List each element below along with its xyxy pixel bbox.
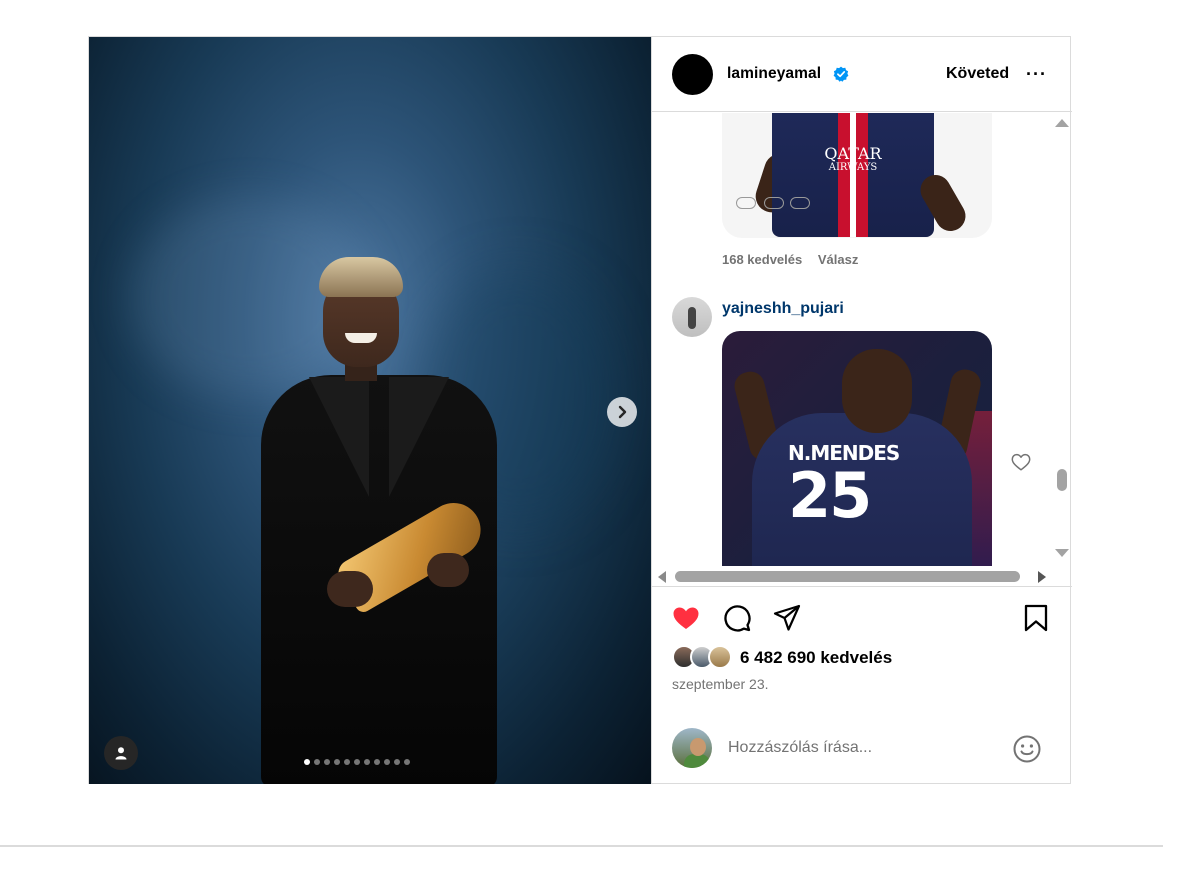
user-icon — [115, 747, 127, 760]
comment-input[interactable] — [728, 737, 988, 759]
jersey-number: 25 — [788, 459, 872, 532]
comment-likes-count[interactable]: 168 kedvelés — [722, 252, 802, 267]
photo-subject — [249, 257, 509, 784]
carousel-next-button[interactable] — [607, 397, 637, 427]
commenter-username[interactable]: yajneshh_pujari — [722, 300, 844, 318]
liker-avatars[interactable] — [672, 645, 736, 671]
commenter-avatar[interactable] — [672, 297, 712, 337]
carousel-dot — [314, 759, 320, 765]
carousel-indicator — [304, 759, 410, 765]
carousel-dot — [324, 759, 330, 765]
tagged-users-button[interactable] — [104, 736, 138, 770]
vertical-scroll-thumb[interactable] — [1057, 469, 1067, 491]
comments-scroll-area[interactable]: QATAR AIRWAYS 168 kedvelés Válasz yajnes… — [652, 113, 1072, 586]
author-avatar[interactable] — [672, 54, 713, 95]
carousel-dot — [404, 759, 410, 765]
carousel-dot — [344, 759, 350, 765]
likes-count[interactable]: 6 482 690 kedvelés — [740, 648, 892, 668]
scroll-right-arrow-icon[interactable] — [1038, 571, 1046, 583]
heart-filled-icon[interactable] — [671, 603, 701, 633]
following-button[interactable]: Követed — [946, 65, 1009, 83]
post-actions: 6 482 690 kedvelés szeptember 23. — [652, 586, 1072, 784]
page-divider — [0, 845, 1163, 847]
carousel-dot — [394, 759, 400, 765]
liker-avatar — [708, 645, 732, 669]
bookmark-icon[interactable] — [1021, 603, 1051, 633]
more-options-button[interactable]: ··· — [1026, 64, 1047, 85]
vertical-scrollbar[interactable] — [1052, 113, 1072, 586]
share-icon[interactable] — [772, 603, 802, 633]
carousel-dot — [354, 759, 360, 765]
horizontal-scroll-thumb[interactable] — [675, 571, 1020, 582]
scroll-up-arrow-icon[interactable] — [1055, 119, 1069, 127]
comment-gif: QATAR AIRWAYS — [722, 113, 992, 238]
carousel-dot — [304, 759, 310, 765]
comment-icon[interactable] — [722, 603, 752, 633]
comment-composer — [652, 717, 1072, 785]
post-date[interactable]: szeptember 23. — [672, 676, 769, 692]
reply-button[interactable]: Válasz — [818, 252, 858, 267]
comment-meta: 168 kedvelés Válasz — [722, 252, 858, 267]
scroll-down-arrow-icon[interactable] — [1055, 549, 1069, 557]
post-card: lamineyamal Követed ··· QATAR AIRWAYS 16… — [88, 36, 1072, 784]
carousel-dot — [384, 759, 390, 765]
author-username[interactable]: lamineyamal — [727, 65, 821, 83]
carousel-dot — [374, 759, 380, 765]
jersey-sponsor-subtext: AIRWAYS — [828, 162, 878, 173]
post-header: lamineyamal Követed ··· — [652, 37, 1072, 112]
verified-badge-icon — [833, 66, 849, 82]
chevron-right-icon — [618, 405, 627, 419]
post-sidebar: lamineyamal Követed ··· QATAR AIRWAYS 16… — [651, 37, 1072, 784]
horizontal-scrollbar[interactable] — [652, 566, 1052, 586]
post-photo[interactable] — [89, 37, 651, 784]
comment-like-heart-icon[interactable] — [1010, 451, 1032, 473]
scroll-left-arrow-icon[interactable] — [658, 571, 666, 583]
carousel-dot — [364, 759, 370, 765]
current-user-avatar — [672, 728, 712, 768]
comment-gif: N.MENDES 25 — [722, 331, 992, 586]
emoji-icon[interactable] — [1012, 734, 1042, 764]
carousel-dot — [334, 759, 340, 765]
